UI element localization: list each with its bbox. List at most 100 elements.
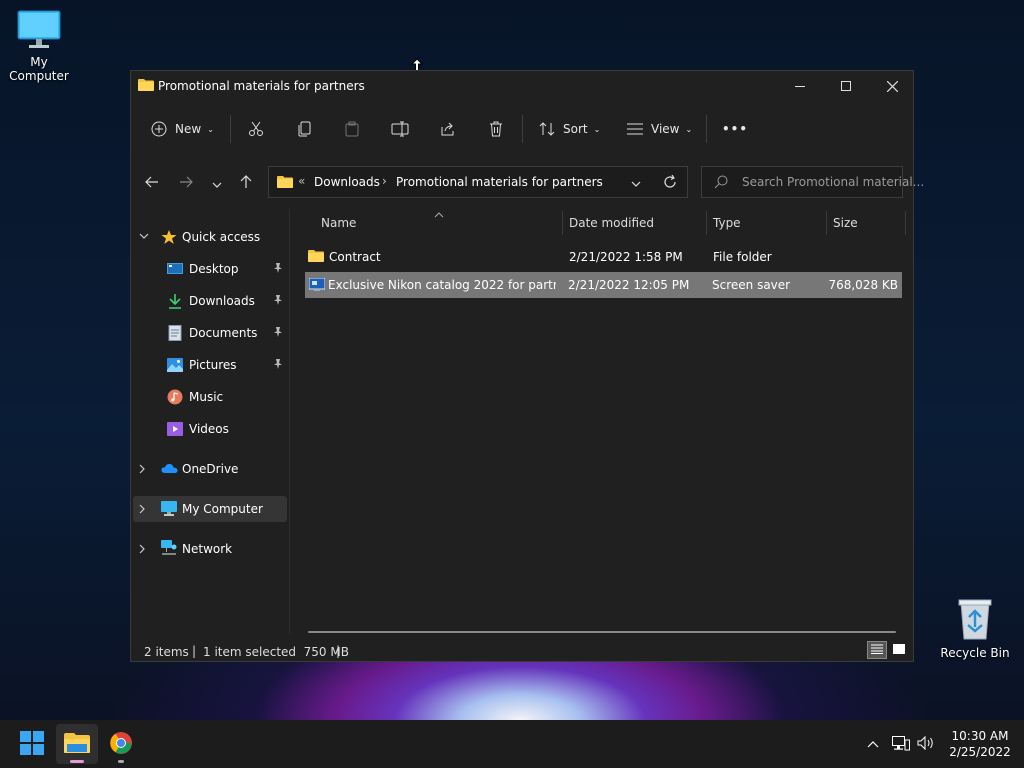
more-options-button[interactable]: ••• bbox=[722, 113, 748, 145]
clock[interactable]: 10:30 AM 2/25/2022 bbox=[940, 720, 1020, 768]
taskbar-file-explorer[interactable] bbox=[56, 724, 98, 764]
chevron-down-icon: ⌄ bbox=[685, 124, 693, 134]
file-type: Screen saver bbox=[712, 278, 791, 292]
search-box[interactable]: Search Promotional material... bbox=[701, 166, 924, 198]
file-size: 768,028 KB bbox=[828, 278, 898, 292]
cloud-icon bbox=[161, 463, 178, 477]
column-header-name[interactable]: Name bbox=[321, 209, 356, 237]
cut-button[interactable] bbox=[248, 113, 264, 145]
horizontal-scrollbar[interactable] bbox=[308, 631, 896, 633]
address-bar[interactable]: « Downloads › Promotional materials for … bbox=[268, 166, 688, 198]
sort-ascending-icon bbox=[434, 207, 444, 221]
breadcrumb-downloads[interactable]: Downloads bbox=[314, 175, 380, 189]
recent-locations-button[interactable] bbox=[206, 173, 228, 195]
toolbar-divider bbox=[706, 115, 707, 143]
sidebar-item-label: Desktop bbox=[189, 262, 239, 276]
sidebar-item-label: Music bbox=[189, 390, 224, 404]
sidebar-item-network[interactable]: Network bbox=[131, 536, 287, 562]
file-explorer-window: Promotional materials for partners New ⌄ bbox=[130, 70, 924, 663]
desktop-my-computer-shortcut[interactable]: My Computer bbox=[1, 10, 77, 83]
view-button[interactable]: View ⌄ bbox=[627, 113, 692, 145]
show-hidden-icons-button[interactable] bbox=[862, 720, 884, 768]
chevron-right-icon bbox=[139, 464, 145, 477]
copy-button[interactable] bbox=[297, 113, 313, 145]
network-tray-button[interactable] bbox=[890, 720, 912, 768]
sidebar-item-music[interactable]: Music bbox=[167, 384, 223, 410]
column-header-label: Size bbox=[833, 216, 858, 230]
status-separator: | bbox=[192, 644, 197, 658]
column-header-label: Date modified bbox=[569, 216, 655, 230]
breadcrumb-current-folder[interactable]: Promotional materials for partners bbox=[396, 175, 603, 189]
column-divider[interactable] bbox=[826, 211, 827, 235]
sidebar-item-my-computer[interactable]: My Computer bbox=[133, 496, 287, 522]
sidebar-item-label: Network bbox=[182, 542, 233, 556]
column-header-size[interactable]: Size bbox=[833, 209, 858, 237]
sidebar-item-documents[interactable]: Documents bbox=[167, 320, 257, 346]
new-button[interactable]: New ⌄ bbox=[151, 113, 214, 145]
new-label: New bbox=[175, 122, 202, 136]
item-count: 2 items bbox=[144, 645, 189, 659]
pane-splitter[interactable] bbox=[289, 209, 290, 634]
rename-button[interactable] bbox=[391, 113, 409, 145]
running-indicator bbox=[70, 760, 84, 763]
column-divider[interactable] bbox=[905, 211, 906, 235]
sidebar-item-quick-access[interactable]: Quick access bbox=[131, 224, 287, 250]
breadcrumb-overflow[interactable]: « bbox=[298, 174, 305, 188]
share-icon bbox=[440, 121, 456, 137]
delete-button[interactable] bbox=[488, 113, 504, 145]
chevron-down-icon: ⌄ bbox=[593, 124, 601, 134]
title-bar[interactable]: Promotional materials for partners bbox=[131, 71, 913, 103]
status-bar: 2 items | 1 item selected 750 MB | bbox=[131, 639, 913, 663]
column-header-date-modified[interactable]: Date modified bbox=[569, 209, 654, 237]
sidebar-item-downloads[interactable]: Downloads bbox=[167, 288, 255, 314]
close-button[interactable] bbox=[869, 71, 915, 101]
sidebar-item-desktop[interactable]: Desktop bbox=[167, 256, 239, 282]
sort-icon bbox=[539, 121, 555, 137]
command-bar: New ⌄ Sort ⌄ View ⌄ ••• bbox=[131, 107, 913, 151]
paste-button[interactable] bbox=[344, 113, 360, 145]
back-button[interactable] bbox=[141, 173, 163, 195]
sidebar-item-label: Quick access bbox=[182, 230, 261, 244]
network-status-icon bbox=[892, 735, 910, 754]
pin-icon bbox=[273, 295, 283, 308]
sort-button[interactable]: Sort ⌄ bbox=[539, 113, 600, 145]
sidebar-item-label: Documents bbox=[189, 326, 258, 340]
details-view-button[interactable] bbox=[867, 641, 887, 659]
start-button[interactable] bbox=[10, 720, 54, 768]
volume-tray-button[interactable] bbox=[915, 720, 937, 768]
address-history-button[interactable] bbox=[631, 176, 641, 190]
sidebar-item-label: Videos bbox=[189, 422, 229, 436]
running-indicator bbox=[118, 760, 124, 763]
file-row-contract[interactable]: Contract 2/21/2022 1:58 PM File folder bbox=[305, 244, 903, 270]
taskbar-chrome[interactable] bbox=[100, 720, 142, 768]
column-header-type[interactable]: Type bbox=[713, 209, 741, 237]
sidebar-item-label: Pictures bbox=[189, 358, 237, 372]
large-icons-view-button[interactable] bbox=[890, 641, 908, 659]
download-icon bbox=[167, 293, 183, 309]
sidebar-item-pictures[interactable]: Pictures bbox=[167, 352, 237, 378]
minimize-button[interactable] bbox=[777, 71, 823, 101]
sidebar-item-label: Downloads bbox=[189, 294, 255, 308]
search-placeholder: Search Promotional material... bbox=[742, 175, 925, 189]
column-divider[interactable] bbox=[562, 211, 563, 235]
file-name: Exclusive Nikon catalog 2022 for partner… bbox=[328, 278, 556, 292]
taskbar: 10:30 AM 2/25/2022 bbox=[0, 720, 1024, 768]
up-button[interactable] bbox=[235, 173, 257, 195]
selection-info: 1 item selected 750 MB bbox=[203, 645, 349, 659]
sidebar-item-label: My Computer bbox=[182, 502, 263, 516]
column-divider[interactable] bbox=[706, 211, 707, 235]
forward-button[interactable] bbox=[175, 173, 197, 195]
view-list-icon bbox=[627, 122, 643, 136]
desktop-recycle-bin-shortcut[interactable]: Recycle Bin bbox=[937, 597, 1013, 660]
column-header-label: Type bbox=[713, 216, 741, 230]
sidebar-item-onedrive[interactable]: OneDrive bbox=[131, 456, 287, 482]
file-type: File folder bbox=[713, 250, 772, 264]
arrow-up-icon bbox=[240, 175, 252, 193]
sidebar-item-videos[interactable]: Videos bbox=[167, 416, 229, 442]
refresh-icon[interactable] bbox=[663, 174, 677, 192]
share-button[interactable] bbox=[440, 113, 456, 145]
maximize-button[interactable] bbox=[823, 71, 869, 101]
music-icon bbox=[167, 389, 183, 405]
monitor-icon bbox=[1, 10, 77, 53]
file-row-selected-exclusive-nikon-catalog[interactable]: Exclusive Nikon catalog 2022 for partner… bbox=[305, 272, 902, 298]
